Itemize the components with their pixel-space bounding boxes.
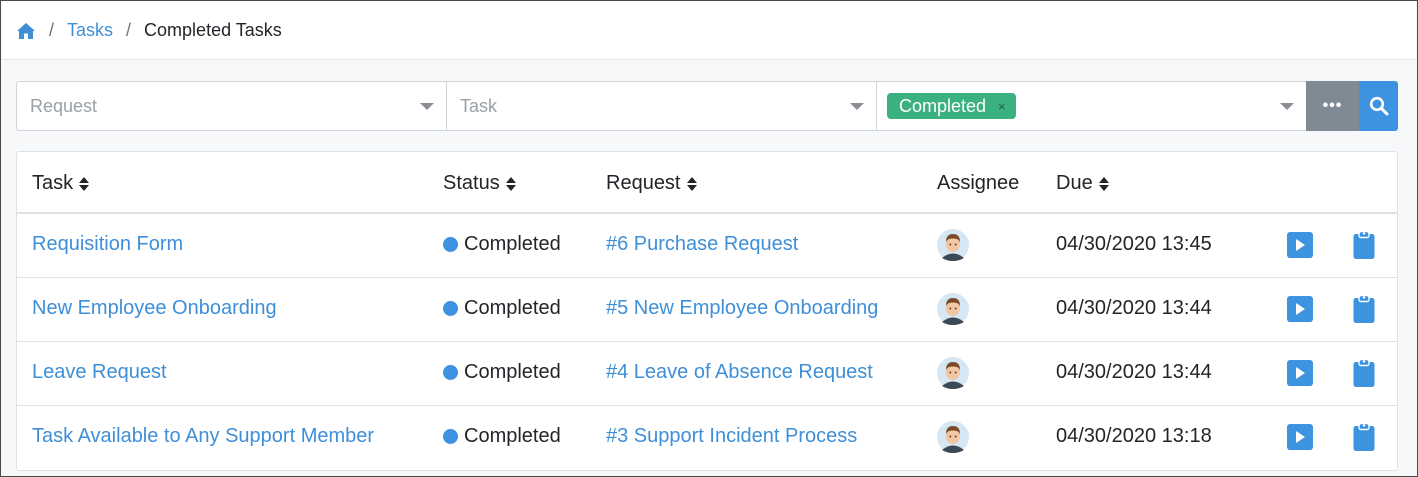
chip-remove-icon[interactable]: × bbox=[998, 99, 1006, 114]
breadcrumb-current: Completed Tasks bbox=[144, 20, 282, 40]
status-chip-label: Completed bbox=[899, 95, 987, 116]
task-name-link[interactable]: Task Available to Any Support Member bbox=[32, 425, 374, 448]
breadcrumb-separator: / bbox=[126, 20, 132, 40]
request-link[interactable]: #6 Purchase Request bbox=[606, 233, 798, 256]
column-header-label: Assignee bbox=[937, 172, 1020, 194]
status-dot-icon bbox=[443, 429, 458, 444]
filter-bar: Request Task Completed × ••• bbox=[16, 81, 1398, 131]
request-link[interactable]: #5 New Employee Onboarding bbox=[606, 297, 878, 320]
clipboard-icon[interactable] bbox=[1352, 358, 1376, 388]
status-label: Completed bbox=[464, 233, 561, 255]
chevron-down-icon[interactable] bbox=[420, 102, 434, 110]
column-header-label: Due bbox=[1056, 172, 1093, 194]
task-name-link[interactable]: Requisition Form bbox=[32, 233, 183, 256]
status-dot-icon bbox=[443, 237, 458, 252]
clipboard-icon[interactable] bbox=[1352, 294, 1376, 324]
status-chip-completed[interactable]: Completed × bbox=[887, 93, 1016, 119]
table-row: Requisition Form Completed #6 Purchase R… bbox=[17, 214, 1397, 278]
task-name-link[interactable]: Leave Request bbox=[32, 361, 167, 384]
status-filter-select[interactable]: Completed × bbox=[876, 81, 1306, 131]
column-header-assignee: Assignee bbox=[937, 172, 1019, 195]
status-dot-icon bbox=[443, 301, 458, 316]
more-options-button[interactable]: ••• bbox=[1306, 81, 1359, 131]
breadcrumb-tasks-link[interactable]: Tasks bbox=[67, 20, 113, 41]
column-header-label: Request bbox=[606, 172, 681, 194]
table-row: New Employee Onboarding Completed #5 New… bbox=[17, 278, 1397, 342]
sort-icon[interactable] bbox=[686, 176, 697, 191]
request-link[interactable]: #3 Support Incident Process bbox=[606, 425, 857, 448]
sort-icon[interactable] bbox=[1098, 176, 1109, 191]
chevron-down-icon[interactable] bbox=[850, 102, 864, 110]
breadcrumb-separator: / bbox=[49, 20, 55, 40]
status-label: Completed bbox=[464, 297, 561, 319]
sort-icon[interactable] bbox=[79, 176, 90, 191]
app-frame: / Tasks / Completed Tasks Request Task C… bbox=[0, 0, 1418, 477]
status-cell: Completed bbox=[443, 425, 561, 448]
play-icon bbox=[1296, 239, 1305, 251]
sort-icon[interactable] bbox=[505, 176, 516, 191]
status-dot-icon bbox=[443, 365, 458, 380]
request-filter-select[interactable]: Request bbox=[16, 81, 446, 131]
column-header-label: Task bbox=[32, 172, 74, 194]
play-icon bbox=[1296, 367, 1305, 379]
open-task-button[interactable] bbox=[1287, 424, 1313, 450]
status-label: Completed bbox=[464, 425, 561, 447]
tasks-table: Task Status Request Assignee Due Requisi… bbox=[16, 151, 1398, 471]
request-filter-placeholder: Request bbox=[30, 95, 98, 116]
clipboard-icon[interactable] bbox=[1352, 422, 1376, 452]
task-filter-select[interactable]: Task bbox=[446, 81, 876, 131]
breadcrumb: / Tasks / Completed Tasks bbox=[2, 2, 1416, 60]
avatar[interactable] bbox=[937, 293, 969, 325]
avatar[interactable] bbox=[937, 357, 969, 389]
column-header-due[interactable]: Due bbox=[1056, 172, 1109, 195]
table-header: Task Status Request Assignee Due bbox=[17, 152, 1397, 214]
ellipsis-icon: ••• bbox=[1322, 97, 1343, 114]
task-filter-placeholder: Task bbox=[460, 95, 498, 116]
play-icon bbox=[1296, 303, 1305, 315]
column-header-task[interactable]: Task bbox=[32, 172, 90, 195]
clipboard-icon[interactable] bbox=[1352, 230, 1376, 260]
column-header-request[interactable]: Request bbox=[606, 172, 697, 195]
status-cell: Completed bbox=[443, 233, 561, 256]
search-button[interactable] bbox=[1359, 81, 1398, 131]
due-date: 04/30/2020 13:45 bbox=[1056, 233, 1212, 255]
status-cell: Completed bbox=[443, 361, 561, 384]
table-row: Task Available to Any Support Member Com… bbox=[17, 406, 1397, 470]
due-date: 04/30/2020 13:18 bbox=[1056, 425, 1212, 447]
play-icon bbox=[1296, 431, 1305, 443]
column-header-label: Status bbox=[443, 172, 500, 194]
table-body: Requisition Form Completed #6 Purchase R… bbox=[17, 214, 1397, 470]
open-task-button[interactable] bbox=[1287, 360, 1313, 386]
search-icon bbox=[1369, 96, 1388, 116]
chevron-down-icon[interactable] bbox=[1280, 102, 1294, 110]
status-cell: Completed bbox=[443, 297, 561, 320]
avatar[interactable] bbox=[937, 229, 969, 261]
avatar[interactable] bbox=[937, 421, 969, 453]
request-link[interactable]: #4 Leave of Absence Request bbox=[606, 361, 873, 384]
task-name-link[interactable]: New Employee Onboarding bbox=[32, 297, 277, 320]
column-header-status[interactable]: Status bbox=[443, 172, 516, 195]
status-label: Completed bbox=[464, 361, 561, 383]
home-icon[interactable] bbox=[16, 21, 36, 41]
open-task-button[interactable] bbox=[1287, 296, 1313, 322]
due-date: 04/30/2020 13:44 bbox=[1056, 297, 1212, 319]
table-row: Leave Request Completed #4 Leave of Abse… bbox=[17, 342, 1397, 406]
open-task-button[interactable] bbox=[1287, 232, 1313, 258]
due-date: 04/30/2020 13:44 bbox=[1056, 361, 1212, 383]
